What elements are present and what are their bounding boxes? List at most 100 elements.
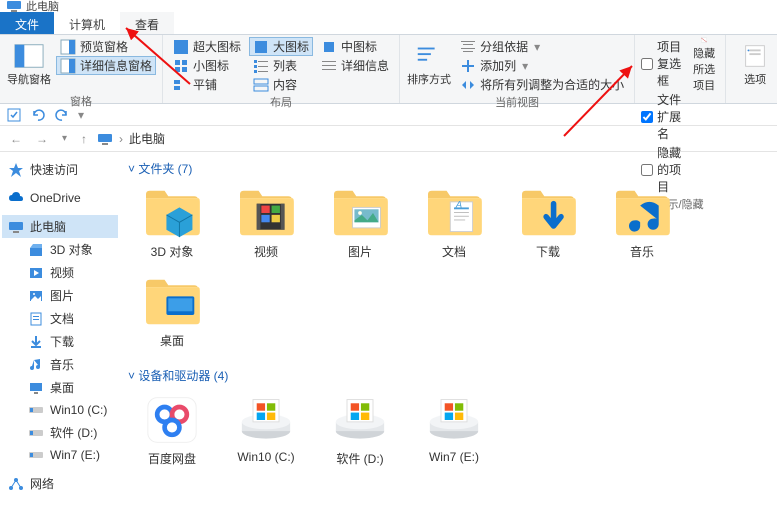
chk-file-ext[interactable]: 文件扩展名 <box>641 90 685 143</box>
group-current-view: 排序方式 分组依据▾ 添加列▾ 将所有列调整为合适的大小 当前视图 <box>400 35 635 103</box>
cloud-icon <box>8 190 24 206</box>
layout-tiles[interactable]: 平铺 <box>169 75 245 94</box>
sidebar-item[interactable]: Win10 (C:) <box>2 399 118 421</box>
details-pane-button[interactable]: 详细信息窗格 <box>56 56 156 75</box>
layout-small[interactable]: 小图标 <box>169 56 245 75</box>
preview-pane-icon <box>60 39 76 55</box>
preview-pane-button[interactable]: 预览窗格 <box>56 37 156 56</box>
nav-pane-button[interactable]: 导航窗格 <box>6 37 52 93</box>
drive-tile[interactable]: Win10 (C:) <box>222 388 310 473</box>
drive-icon <box>330 394 390 446</box>
group-show-hide: 项目复选框 文件扩展名 隐藏的项目 隐藏所选项目 显示/隐藏 <box>635 35 726 103</box>
layout-content[interactable]: 内容 <box>249 75 313 94</box>
folder-tile[interactable]: 桌面 <box>128 270 216 355</box>
sort-icon <box>414 43 444 69</box>
tab-computer[interactable]: 计算机 <box>54 12 120 34</box>
sidebar-item[interactable]: 3D 对象 <box>2 238 118 261</box>
sidebar-item[interactable]: 下载 <box>2 330 118 353</box>
nav-history[interactable]: ▾ <box>58 133 71 144</box>
folder-icon <box>28 357 44 373</box>
breadcrumb-pc[interactable]: 此电脑 <box>129 130 165 147</box>
layout-large[interactable]: 大图标 <box>249 37 313 56</box>
folder-tile[interactable]: 下载 <box>504 181 592 266</box>
folder-icon <box>236 187 296 239</box>
addcol-icon <box>460 58 476 74</box>
pc-icon <box>97 131 113 147</box>
nav-back[interactable]: ← <box>6 132 26 146</box>
folder-icon <box>28 265 44 281</box>
qat-properties-icon[interactable] <box>6 107 22 123</box>
drive-icon <box>424 394 484 446</box>
sidebar-item[interactable]: 视频 <box>2 261 118 284</box>
folder-tile[interactable]: 图片 <box>316 181 404 266</box>
pc-icon <box>8 219 24 235</box>
layout-list[interactable]: 列表 <box>249 56 313 75</box>
window-titlebar: 此电脑 <box>0 0 777 12</box>
folder-tile[interactable]: 3D 对象 <box>128 181 216 266</box>
folder-icon <box>330 187 390 239</box>
options-button[interactable]: 选项 <box>732 37 777 93</box>
sidebar-item[interactable]: 文档 <box>2 307 118 330</box>
folder-tile[interactable]: 音乐 <box>598 181 686 266</box>
small-icon <box>173 58 189 74</box>
main-area: 快速访问 OneDrive 此电脑 3D 对象视频图片文档下载音乐桌面Win10… <box>0 152 777 532</box>
star-icon <box>8 162 24 178</box>
large-icon <box>253 39 269 55</box>
folder-icon <box>142 276 202 328</box>
layout-details[interactable]: 详细信息 <box>317 56 393 75</box>
sidebar-item[interactable]: 音乐 <box>2 353 118 376</box>
groupby-icon <box>460 39 476 55</box>
folder-tile[interactable]: A文档 <box>410 181 498 266</box>
sidebar-network[interactable]: 网络 <box>2 472 118 495</box>
sidebar-this-pc[interactable]: 此电脑 <box>2 215 118 238</box>
folder-icon <box>28 447 44 463</box>
section-folders[interactable]: ˅ 文件夹 (7) <box>128 158 769 181</box>
ribbon-view: 导航窗格 预览窗格 详细信息窗格 窗格 超大图标 小图标 平铺 <box>0 34 777 104</box>
qat-undo-icon[interactable] <box>30 107 46 123</box>
ribbon-tabs: 文件 计算机 查看 <box>0 12 777 34</box>
folder-icon <box>28 425 44 441</box>
folders-grid: 3D 对象视频图片A文档下载音乐桌面 <box>128 181 769 355</box>
drives-grid: 百度网盘Win10 (C:)软件 (D:)Win7 (E:) <box>128 388 769 473</box>
chk-item-checkboxes[interactable]: 项目复选框 <box>641 37 685 90</box>
layout-medium[interactable]: 中图标 <box>317 37 393 56</box>
sidebar-item[interactable]: 图片 <box>2 284 118 307</box>
options-icon <box>740 43 770 69</box>
folder-icon <box>28 288 44 304</box>
fitcols-button[interactable]: 将所有列调整为合适的大小 <box>456 75 628 94</box>
drive-icon <box>142 394 202 446</box>
qat-redo-icon[interactable] <box>54 107 70 123</box>
nav-pane-icon <box>14 43 44 69</box>
drive-tile[interactable]: 百度网盘 <box>128 388 216 473</box>
folder-icon <box>28 380 44 396</box>
tab-view[interactable]: 查看 <box>120 12 174 34</box>
list-icon <box>253 58 269 74</box>
group-layout-label: 布局 <box>169 94 393 112</box>
sidebar-onedrive[interactable]: OneDrive <box>2 187 118 209</box>
hide-icon <box>689 37 719 43</box>
folder-tile[interactable]: 视频 <box>222 181 310 266</box>
content-icon <box>253 77 269 93</box>
nav-fwd[interactable]: → <box>32 132 52 146</box>
sidebar-quick-access[interactable]: 快速访问 <box>2 158 118 181</box>
hide-selected-button[interactable]: 隐藏所选项目 <box>689 37 719 93</box>
sidebar-item[interactable]: Win7 (E:) <box>2 444 118 466</box>
group-options: 选项 <box>726 35 777 103</box>
drive-tile[interactable]: 软件 (D:) <box>316 388 404 473</box>
folder-icon <box>612 187 672 239</box>
fitcols-icon <box>460 77 476 93</box>
section-drives[interactable]: ˅ 设备和驱动器 (4) <box>128 365 769 388</box>
sidebar-item[interactable]: 软件 (D:) <box>2 421 118 444</box>
qat-dropdown-icon[interactable]: ▾ <box>78 108 84 122</box>
detail-icon <box>321 58 337 74</box>
folder-icon <box>28 242 44 258</box>
nav-up[interactable]: ↑ <box>77 132 91 146</box>
medium-icon <box>321 39 337 55</box>
addcol-button[interactable]: 添加列▾ <box>456 56 628 75</box>
drive-tile[interactable]: Win7 (E:) <box>410 388 498 473</box>
groupby-button[interactable]: 分组依据▾ <box>456 37 628 56</box>
layout-xlarge[interactable]: 超大图标 <box>169 37 245 56</box>
sort-button[interactable]: 排序方式 <box>406 37 452 93</box>
sidebar-item[interactable]: 桌面 <box>2 376 118 399</box>
tab-file[interactable]: 文件 <box>0 12 54 34</box>
